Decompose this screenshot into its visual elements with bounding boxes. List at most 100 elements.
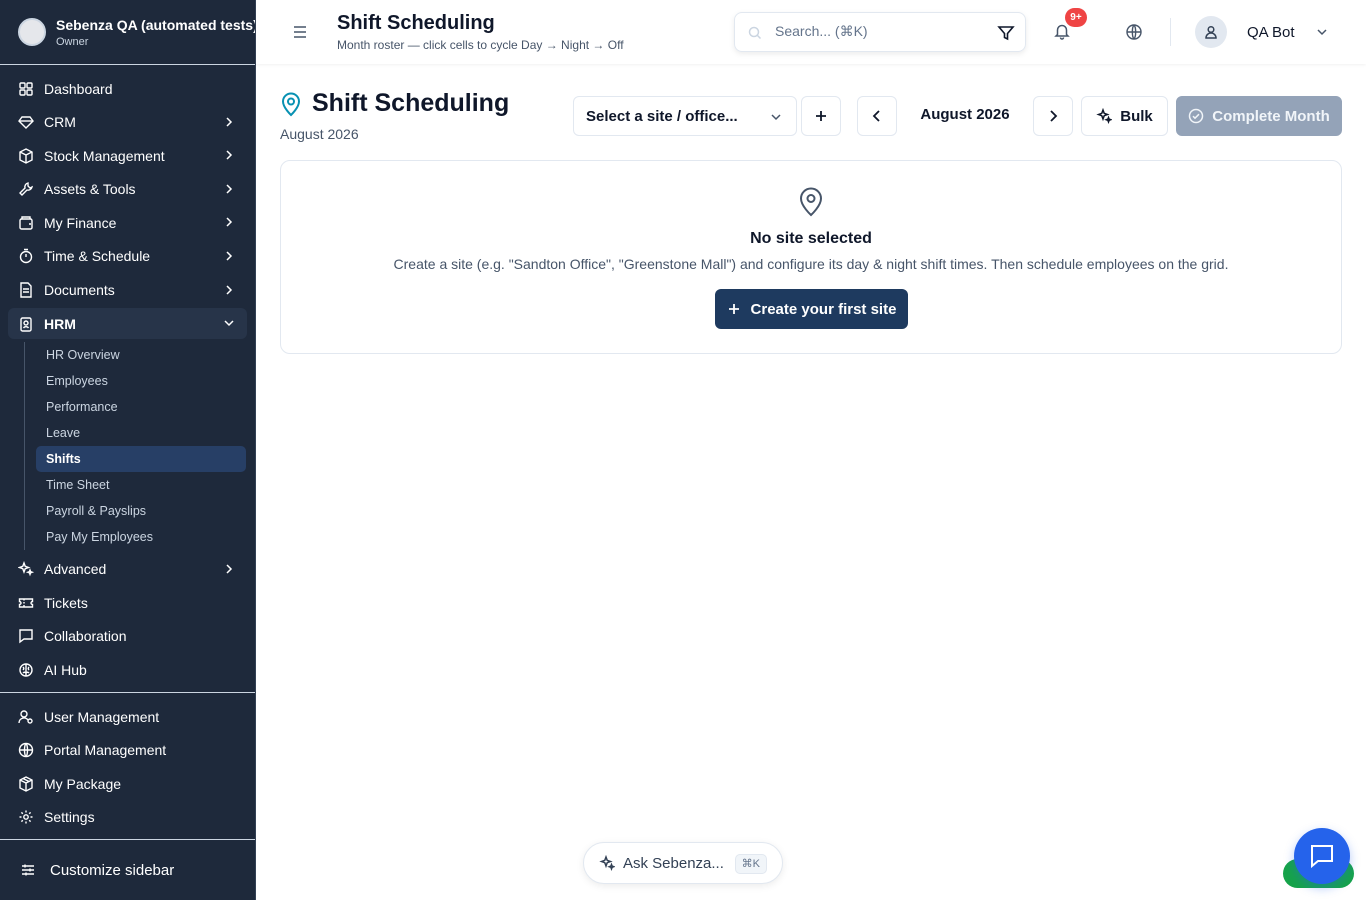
brain-icon xyxy=(18,662,34,678)
sidebar-bottom-nav: User Management Portal Management My Pac… xyxy=(0,692,255,835)
header-title: Shift Scheduling xyxy=(337,12,495,34)
sidebar-item-my-package[interactable]: My Package xyxy=(8,768,247,799)
plus-icon xyxy=(728,304,739,314)
sidebar-item-dashboard[interactable]: Dashboard xyxy=(8,73,247,104)
sliders-icon xyxy=(22,864,34,876)
sidebar-item-assets[interactable]: Assets & Tools xyxy=(8,174,247,205)
map-pin-icon xyxy=(281,92,301,116)
chevron-down-icon xyxy=(771,114,781,121)
menu-icon[interactable] xyxy=(292,22,308,42)
sidebar-item-time-schedule[interactable]: Time & Schedule xyxy=(8,241,247,272)
package-icon xyxy=(18,775,34,792)
sidebar-subitem-shifts[interactable]: Shifts xyxy=(36,445,246,472)
sidebar-item-label: Assets & Tools xyxy=(44,181,136,198)
sidebar-subitem-pay-employees[interactable]: Pay My Employees xyxy=(36,524,246,550)
sidebar-item-stock[interactable]: Stock Management xyxy=(8,140,247,171)
sidebar-nav: Dashboard CRM Stock Management Assets & … xyxy=(0,65,255,686)
previous-month-button[interactable] xyxy=(857,96,897,136)
org-avatar xyxy=(18,18,46,46)
chevron-right-icon xyxy=(226,251,233,261)
sidebar-item-advanced[interactable]: Advanced xyxy=(8,554,247,585)
user-cog-icon xyxy=(18,709,34,725)
sidebar-item-label: Advanced xyxy=(44,561,107,578)
bulk-label: Bulk xyxy=(1120,107,1153,125)
message-square-icon xyxy=(18,628,34,644)
bulk-button[interactable]: Bulk xyxy=(1081,96,1168,136)
chevron-right-icon xyxy=(1050,110,1058,122)
map-pin-icon xyxy=(799,187,823,217)
chevron-right-icon xyxy=(226,117,233,127)
header-divider xyxy=(1170,18,1171,46)
customize-sidebar-button[interactable]: Customize sidebar xyxy=(0,839,255,900)
add-site-button[interactable] xyxy=(801,96,841,136)
user-name[interactable]: QA Bot xyxy=(1247,24,1295,41)
ask-assistant-label: Ask Sebenza... xyxy=(623,854,724,872)
create-first-site-label: Create your first site xyxy=(750,300,897,318)
avatar[interactable] xyxy=(1195,16,1227,48)
sparkles-icon xyxy=(1096,108,1113,124)
sidebar-subitem-performance[interactable]: Performance xyxy=(36,394,246,420)
chevron-right-icon xyxy=(226,184,233,194)
sidebar-item-ai-hub[interactable]: AI Hub xyxy=(8,655,247,686)
sidebar-subitem-leave[interactable]: Leave xyxy=(36,420,246,446)
hrm-subnav: HR Overview Employees Performance Leave … xyxy=(24,341,255,550)
sidebar-item-tickets[interactable]: Tickets xyxy=(8,587,247,618)
sidebar-item-label: Collaboration xyxy=(44,628,127,645)
next-month-button[interactable] xyxy=(1033,96,1073,136)
id-badge-icon xyxy=(18,316,34,332)
globe-icon[interactable] xyxy=(1125,23,1143,41)
site-select[interactable]: Select a site / office... xyxy=(573,96,797,136)
site-select-label: Select a site / office... xyxy=(586,107,738,125)
chevron-right-icon xyxy=(226,150,233,160)
sparkles-icon xyxy=(18,561,34,577)
box-icon xyxy=(18,147,34,164)
gem-icon xyxy=(18,114,34,130)
sidebar-item-label: My Package xyxy=(44,775,122,792)
sidebar-item-hrm[interactable]: HRM xyxy=(8,308,247,340)
org-switcher[interactable]: Sebenza QA (automated tests) Owner xyxy=(0,0,255,65)
org-role: Owner xyxy=(56,35,89,48)
ask-assistant-button[interactable]: Ask Sebenza... ⌘K xyxy=(583,842,783,884)
sidebar-subitem-time-sheet[interactable]: Time Sheet xyxy=(36,472,246,498)
sidebar-item-portal-management[interactable]: Portal Management xyxy=(8,735,247,766)
sidebar-item-documents[interactable]: Documents xyxy=(8,275,247,306)
page-heading: Shift Scheduling xyxy=(280,89,509,118)
sparkles-icon xyxy=(599,855,615,871)
chevron-down-icon[interactable] xyxy=(1315,25,1329,39)
create-first-site-button[interactable]: Create your first site xyxy=(715,289,908,329)
global-search[interactable] xyxy=(734,12,1026,52)
filter-icon[interactable] xyxy=(997,24,1015,42)
sidebar-subitem-payroll[interactable]: Payroll & Payslips xyxy=(36,498,246,524)
page-subtitle: August 2026 xyxy=(280,126,359,142)
sidebar-item-label: User Management xyxy=(44,708,160,725)
sidebar-item-label: My Finance xyxy=(44,214,117,231)
ticket-icon xyxy=(18,595,34,611)
complete-month-button[interactable]: Complete Month xyxy=(1176,96,1342,136)
empty-state-title: No site selected xyxy=(750,230,872,247)
complete-month-label: Complete Month xyxy=(1212,107,1330,125)
sidebar-subitem-employees[interactable]: Employees xyxy=(36,368,246,394)
chat-button[interactable] xyxy=(1294,828,1350,884)
empty-state-description: Create a site (e.g. "Sandton Office", "G… xyxy=(393,256,1229,272)
document-icon xyxy=(18,282,34,298)
sidebar-item-label: Dashboard xyxy=(44,80,113,97)
sidebar-subitem-hr-overview[interactable]: HR Overview xyxy=(36,342,246,368)
sidebar-item-label: Documents xyxy=(44,282,115,299)
gear-icon xyxy=(18,809,34,825)
sidebar-item-finance[interactable]: My Finance xyxy=(8,207,247,238)
sidebar-item-label: HRM xyxy=(44,315,76,332)
notification-badge: 9+ xyxy=(1065,8,1087,27)
empty-state-card: No site selected Create a site (e.g. "Sa… xyxy=(280,160,1342,354)
sidebar-item-label: Stock Management xyxy=(44,147,165,164)
current-month-label: August 2026 xyxy=(920,106,1010,123)
sidebar-item-settings[interactable]: Settings xyxy=(8,802,247,833)
chevron-left-icon xyxy=(872,110,880,122)
wrench-icon xyxy=(18,181,34,197)
sidebar-item-user-management[interactable]: User Management xyxy=(8,701,247,732)
sidebar-item-crm[interactable]: CRM xyxy=(8,107,247,138)
sidebar-item-label: AI Hub xyxy=(44,662,87,679)
chevron-down-icon xyxy=(224,320,234,327)
check-circle-icon xyxy=(1189,108,1204,124)
sidebar-item-collaboration[interactable]: Collaboration xyxy=(8,621,247,652)
search-input[interactable] xyxy=(775,23,975,39)
